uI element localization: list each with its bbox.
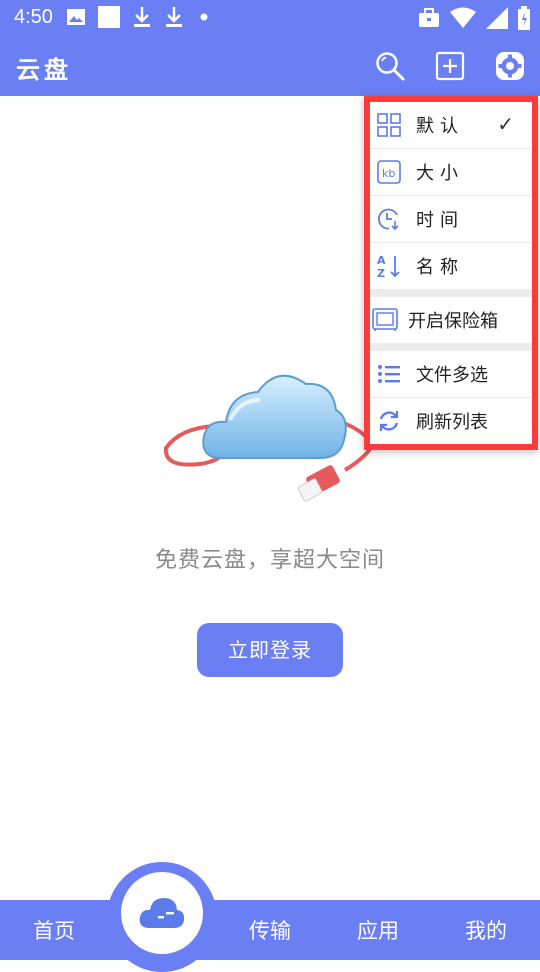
battery-icon [518, 6, 530, 30]
search-icon [376, 52, 405, 81]
nav-item-transfer[interactable]: 传输 [230, 900, 310, 960]
menu-item-name[interactable]: AZ 名称 [370, 242, 532, 289]
nav-item-apps[interactable]: 应用 [338, 900, 418, 960]
sort-az-icon: AZ [377, 254, 400, 278]
clock-icon [378, 208, 399, 231]
cloud-illustration [163, 374, 375, 502]
status-bar: 4:50 [0, 0, 540, 36]
menu-item-time[interactable]: 时间 [370, 195, 532, 242]
menu-divider [370, 289, 532, 297]
menu-item-label: 开启保险箱 [408, 311, 498, 332]
app-title: 云盘 [16, 56, 72, 84]
search-button[interactable] [374, 50, 406, 82]
square-icon [98, 6, 120, 28]
svg-text:kb: kb [382, 167, 395, 180]
grid-icon [377, 113, 401, 137]
login-button[interactable]: 立即登录 [197, 623, 343, 677]
cloud-drive-tab-button[interactable] [121, 872, 203, 954]
download-icon [166, 7, 182, 27]
menu-item-label: 刷新列表 [416, 412, 488, 433]
svg-text:Z: Z [377, 267, 385, 278]
sort-options-menu: 默认 ✓ kb 大小 时间 AZ 名称 开启保险箱 文件多选 刷新列表 [364, 96, 538, 450]
menu-item-label: 默认 [416, 116, 464, 137]
menu-item-size[interactable]: kb 大小 [370, 148, 532, 195]
safe-icon [372, 308, 398, 331]
app-bar: 云盘 [0, 36, 540, 96]
download-icon [134, 7, 150, 27]
dot-icon [200, 13, 208, 21]
refresh-icon [379, 411, 399, 431]
menu-divider [370, 343, 532, 351]
cloud-icon [139, 898, 185, 928]
settings-icon [496, 52, 524, 80]
menu-item-label: 大小 [416, 163, 464, 184]
signal-icon [486, 7, 508, 29]
image-icon [67, 9, 85, 25]
menu-item-label: 文件多选 [416, 365, 488, 386]
wifi-icon [450, 7, 476, 28]
menu-item-label: 名称 [416, 257, 464, 278]
add-button[interactable] [434, 50, 466, 82]
menu-item-open-safe[interactable]: 开启保险箱 [370, 297, 532, 343]
status-time: 4:50 [14, 6, 53, 28]
menu-item-label: 时间 [416, 210, 464, 231]
check-icon: ✓ [497, 112, 514, 136]
bottom-nav: 首页 传输 应用 我的 [0, 900, 540, 960]
nav-item-me[interactable]: 我的 [446, 900, 526, 960]
briefcase-icon [419, 8, 439, 27]
menu-item-refresh[interactable]: 刷新列表 [370, 397, 532, 444]
kb-icon: kb [377, 160, 401, 184]
add-icon [435, 51, 465, 81]
menu-item-default[interactable]: 默认 ✓ [370, 102, 532, 148]
empty-state-text: 免费云盘，享超大空间 [154, 548, 385, 573]
nav-item-home[interactable]: 首页 [14, 900, 94, 960]
menu-item-multi-select[interactable]: 文件多选 [370, 351, 532, 397]
svg-text:A: A [377, 254, 386, 267]
settings-button[interactable] [494, 50, 526, 82]
list-icon [378, 365, 400, 383]
